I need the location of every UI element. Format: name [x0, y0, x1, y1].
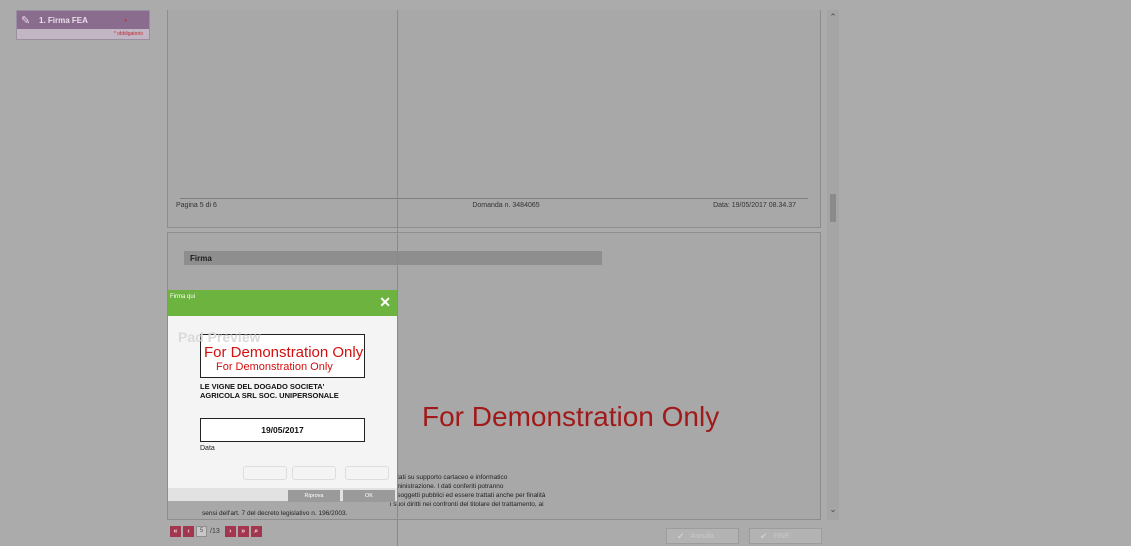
- close-icon[interactable]: ✕: [379, 294, 391, 311]
- vertical-scrollbar[interactable]: ⌃ ⌄: [827, 10, 839, 520]
- current-page-input[interactable]: 5: [196, 526, 207, 537]
- required-marker: •: [124, 15, 127, 25]
- signature-dialog: Firma qui ✕ Pad Preview For Demonstratio…: [168, 290, 397, 502]
- step-panel: ✎ 1. Firma FEA • * obbligatorio: [16, 10, 150, 40]
- step-label: 1. Firma FEA: [39, 15, 88, 25]
- company-line: AGRICOLA SRL SOC. UNIPERSONALE: [200, 391, 339, 400]
- page-footer: Pagina 5 di 6 Domanda n. 3484065 Data: 1…: [176, 202, 796, 209]
- check-icon: ✔: [760, 530, 768, 541]
- page-navigation: « ‹ 5 /13 › » ⌕: [170, 526, 262, 537]
- footer-divider: [180, 198, 808, 199]
- check-icon: ✔: [677, 530, 685, 541]
- ghost-button: [292, 466, 336, 480]
- pen-icon: ✎: [21, 14, 31, 27]
- step-item-firma-fea[interactable]: ✎ 1. Firma FEA •: [17, 11, 149, 29]
- demo-watermark-large: For Demonstration Only: [204, 344, 364, 361]
- annulla-label: Annulla: [690, 532, 714, 540]
- column-guide-line: [397, 10, 398, 546]
- privacy-line: i suoi diritti nei confronti del titolar…: [390, 501, 544, 508]
- date-label: Data: [200, 445, 215, 452]
- dialog-title: Firma qui: [170, 294, 196, 300]
- ghost-button: [243, 466, 287, 480]
- annulla-button[interactable]: ✔ Annulla: [666, 528, 739, 544]
- dialog-header: Firma qui ✕: [168, 290, 397, 316]
- prev-page-icon[interactable]: ‹: [183, 526, 194, 537]
- next-page-icon[interactable]: ›: [224, 526, 236, 537]
- demo-watermark: For Demonstration Only: [422, 401, 720, 432]
- fine-button[interactable]: ✔ FINE: [749, 528, 822, 544]
- footer-date: Data: 19/05/2017 08.34.37: [713, 202, 796, 209]
- last-page-icon[interactable]: »: [237, 526, 249, 537]
- footer-page-number: Pagina 5 di 6: [176, 202, 217, 209]
- section-title-firma: Firma: [184, 251, 602, 265]
- footer-application-number: Domanda n. 3484065: [472, 202, 540, 209]
- zoom-icon[interactable]: ⌕: [250, 526, 262, 537]
- signature-date-field: 19/05/2017: [200, 418, 365, 442]
- retry-button[interactable]: Riprova: [288, 490, 340, 502]
- scroll-up-icon[interactable]: ⌃: [827, 12, 839, 23]
- privacy-line: sensi dell'art. 7 del decreto legislativ…: [202, 510, 348, 517]
- fine-label: FINE: [773, 532, 790, 540]
- scroll-down-icon[interactable]: ⌄: [827, 504, 839, 515]
- company-line: LE VIGNE DEL DOGADO SOCIETA': [200, 382, 325, 391]
- demo-watermark-small: For Demonstration Only: [216, 361, 333, 373]
- ok-button[interactable]: OK: [343, 490, 395, 502]
- pad-preview-label: Pad Preview: [178, 329, 261, 345]
- document-page-5: Pagina 5 di 6 Domanda n. 3484065 Data: 1…: [167, 10, 821, 228]
- signer-company: LE VIGNE DEL DOGADO SOCIETA' AGRICOLA SR…: [200, 382, 339, 400]
- required-note: * obbligatorio: [113, 31, 143, 37]
- total-pages: /13: [210, 528, 220, 535]
- first-page-icon[interactable]: «: [170, 526, 181, 537]
- ghost-button: [345, 466, 389, 480]
- scrollbar-thumb[interactable]: [830, 194, 836, 222]
